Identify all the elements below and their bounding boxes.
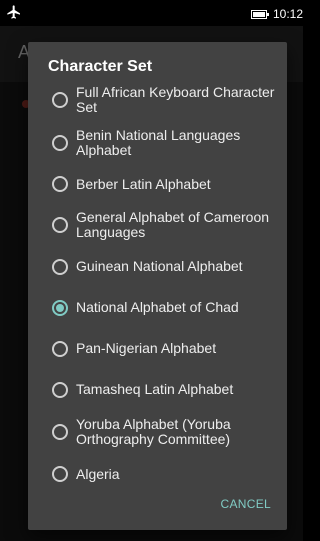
radio-button-icon[interactable] <box>52 340 68 357</box>
app-screen: 10:12 A Character Set Full African Keybo… <box>0 0 303 541</box>
option-full-african-keyboard[interactable]: Full African Keyboard Character Set <box>28 78 287 121</box>
option-label: Algeria <box>76 465 120 482</box>
character-set-options: Full African Keyboard Character Set Beni… <box>28 78 287 494</box>
radio-button-icon[interactable] <box>52 91 68 108</box>
option-label: Benin National Languages Alphabet <box>76 126 241 158</box>
battery-icon <box>251 10 269 19</box>
option-guinean-national[interactable]: Guinean National Alphabet <box>28 246 287 287</box>
status-bar: 10:12 <box>0 0 303 26</box>
radio-button-icon[interactable] <box>52 176 68 192</box>
radio-button-icon[interactable] <box>52 466 68 482</box>
dialog-title: Character Set <box>48 58 153 75</box>
radio-button-icon[interactable] <box>52 381 68 398</box>
option-label: National Alphabet of Chad <box>76 299 239 315</box>
option-label: General Alphabet of Cameroon Languages <box>76 209 270 240</box>
option-label: Yoruba Alphabet (Yoruba Orthography Comm… <box>76 416 231 447</box>
option-tamasheq-latin[interactable]: Tamasheq Latin Alphabet <box>28 369 287 410</box>
option-label: Tamasheq Latin Alphabet <box>76 381 234 397</box>
option-label: Berber Latin Alphabet <box>76 175 211 192</box>
option-berber-latin[interactable]: Berber Latin Alphabet <box>28 164 287 204</box>
option-label: Pan-Nigerian Alphabet <box>76 340 217 356</box>
option-pan-nigerian[interactable]: Pan-Nigerian Alphabet <box>28 328 287 369</box>
option-benin-national[interactable]: Benin National Languages Alphabet <box>28 121 287 164</box>
radio-button-icon[interactable] <box>52 258 68 275</box>
option-label: Guinean National Alphabet <box>76 258 243 274</box>
radio-button-checked-icon[interactable] <box>52 299 68 316</box>
character-set-dialog: Character Set Full African Keyboard Char… <box>28 42 287 530</box>
radio-button-icon[interactable] <box>52 217 68 233</box>
airplane-mode-icon <box>7 5 20 19</box>
option-yoruba[interactable]: Yoruba Alphabet (Yoruba Orthography Comm… <box>28 410 287 454</box>
radio-button-icon[interactable] <box>52 424 68 440</box>
option-label: Full African Keyboard Character Set <box>76 83 275 115</box>
option-cameroon[interactable]: General Alphabet of Cameroon Languages <box>28 204 287 246</box>
status-time: 10:12 <box>273 7 304 21</box>
option-chad-national[interactable]: National Alphabet of Chad <box>28 287 287 328</box>
radio-button-icon[interactable] <box>52 134 68 151</box>
cancel-button[interactable]: CANCEL <box>221 497 271 511</box>
option-algeria[interactable]: Algeria <box>28 454 287 494</box>
